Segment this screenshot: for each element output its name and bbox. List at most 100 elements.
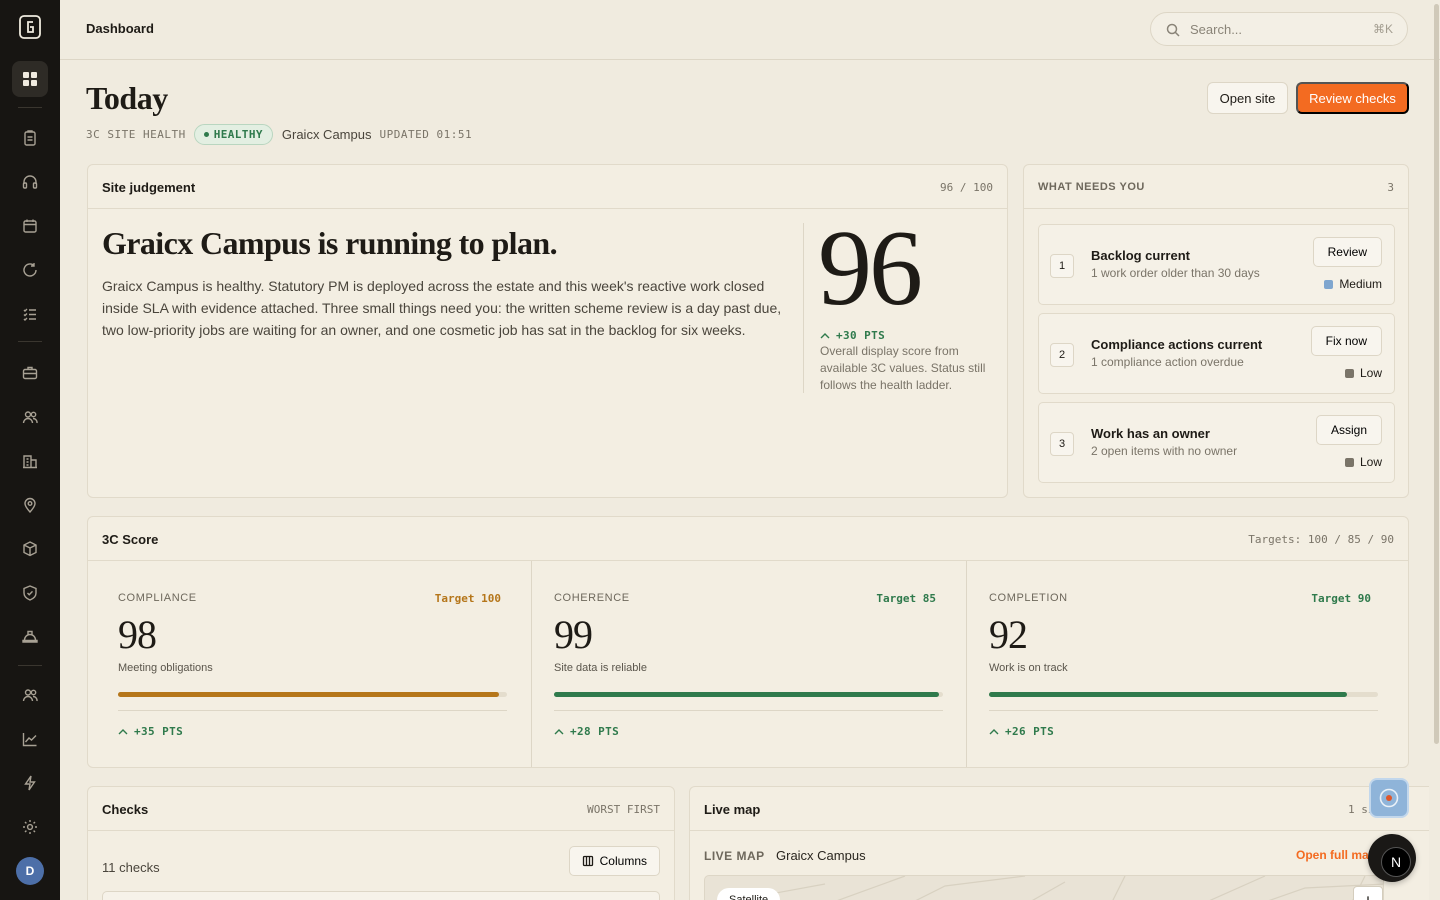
health-label: 3C SITE HEALTH xyxy=(86,127,186,141)
satellite-toggle[interactable]: Satellite xyxy=(717,888,781,900)
briefcase-icon xyxy=(22,366,38,380)
status-dot xyxy=(203,131,209,137)
app-logo-icon[interactable] xyxy=(18,14,42,40)
sidebar-item-buildings[interactable] xyxy=(12,443,48,479)
sidebar-item-settings[interactable] xyxy=(12,809,48,845)
priority-badge: Low xyxy=(1344,455,1382,469)
item-number: 3 xyxy=(1050,432,1074,456)
sidebar-item-compliance[interactable] xyxy=(12,575,48,611)
assign-button[interactable]: Assign xyxy=(1315,415,1382,445)
item-number: 2 xyxy=(1050,343,1074,367)
sidebar-item-calendar[interactable] xyxy=(12,208,48,244)
map-site-name: Graicx Campus xyxy=(776,848,866,863)
columns-button[interactable]: Columns xyxy=(568,846,660,876)
sidebar: D xyxy=(0,0,60,900)
site-judgement-panel: Site judgement 96 / 100 Graicx Campus is… xyxy=(87,164,1008,498)
divider xyxy=(989,710,1378,711)
checks-sort[interactable]: WORST FIRST xyxy=(587,803,660,816)
sidebar-item-team[interactable] xyxy=(12,677,48,713)
priority-indicator xyxy=(1344,457,1354,467)
shield-check-icon xyxy=(23,585,37,601)
search-input[interactable]: Search... ⌘K xyxy=(1150,12,1408,46)
score-delta: +30 PTS xyxy=(820,329,885,342)
judgement-score-text: 96 / 100 xyxy=(940,181,993,194)
chevron-up-icon xyxy=(118,729,128,735)
panel-header: Checks WORST FIRST xyxy=(88,787,674,831)
map-view[interactable]: Satellite + xyxy=(704,875,1384,900)
open-full-map-link[interactable]: Open full ma xyxy=(1296,848,1369,862)
fab-initial: N xyxy=(1381,847,1411,877)
3c-score-panel: 3C Score Targets: 100 / 85 / 90 COMPLIAN… xyxy=(87,516,1409,768)
sidebar-item-contractors[interactable] xyxy=(12,355,48,391)
score-subtitle: Work is on track xyxy=(989,662,1068,674)
sidebar-item-assets[interactable] xyxy=(12,531,48,567)
lightning-icon xyxy=(24,775,36,791)
list-item: 3 Work has an owner 2 open items with no… xyxy=(1038,402,1395,483)
progress-fill xyxy=(989,692,1347,697)
divider xyxy=(554,710,943,711)
score-delta: +35 PTS xyxy=(118,725,183,738)
page-title: Today xyxy=(86,80,168,116)
delta-text: +35 PTS xyxy=(134,725,184,738)
score-subtitle: Meeting obligations xyxy=(118,662,213,674)
sidebar-item-checklists[interactable] xyxy=(12,296,48,332)
priority-indicator xyxy=(1324,279,1334,289)
sidebar-item-reports[interactable] xyxy=(12,721,48,757)
priority-text: Low xyxy=(1359,455,1382,469)
line-chart-icon xyxy=(22,733,37,747)
building-icon xyxy=(23,455,37,469)
sidebar-divider xyxy=(18,341,42,342)
checks-count: 11 checks xyxy=(102,860,160,875)
sidebar-item-dashboard[interactable] xyxy=(12,61,48,97)
sidebar-item-people[interactable] xyxy=(12,399,48,435)
sidebar-divider xyxy=(18,107,42,108)
calendar-icon xyxy=(23,219,37,233)
score-value: 98 xyxy=(118,612,157,657)
score-completion: COMPLETION Target 90 92 Work is on track… xyxy=(966,561,1401,767)
judgement-body: Graicx Campus is healthy. Statutory PM i… xyxy=(102,278,782,338)
users-icon xyxy=(22,411,38,424)
priority-badge: Low xyxy=(1344,366,1382,380)
progress-track xyxy=(554,692,943,697)
clipboard-icon xyxy=(24,130,36,146)
search-icon xyxy=(1166,23,1180,37)
panel-title: Checks xyxy=(102,802,149,817)
refresh-icon xyxy=(23,263,37,277)
score-target: Target 85 xyxy=(876,592,936,605)
scrollbar[interactable] xyxy=(1433,0,1440,900)
user-avatar[interactable]: D xyxy=(16,857,44,885)
sidebar-item-automations[interactable] xyxy=(12,765,48,801)
panel-header: Live map 1 si xyxy=(690,787,1429,831)
priority-text: Low xyxy=(1359,366,1382,380)
item-subtitle: 2 open items with no owner xyxy=(1091,444,1238,458)
sidebar-item-helpdesk[interactable] xyxy=(12,164,48,200)
headset-icon xyxy=(22,175,38,189)
team-icon xyxy=(22,689,38,702)
fab-button[interactable]: N xyxy=(1368,834,1416,882)
sidebar-item-locations[interactable] xyxy=(12,487,48,523)
target-icon xyxy=(1379,788,1399,808)
sidebar-item-recurring[interactable] xyxy=(12,252,48,288)
scrollbar-thumb[interactable] xyxy=(1434,4,1439,744)
sidebar-item-safety[interactable] xyxy=(12,619,48,655)
review-button[interactable]: Review xyxy=(1312,237,1382,267)
item-number: 1 xyxy=(1050,254,1074,278)
score-value: 99 xyxy=(554,612,593,657)
updated-time: UPDATED 01:51 xyxy=(379,127,473,141)
delta-text: +28 PTS xyxy=(570,725,620,738)
score-note: Overall display score from available 3C … xyxy=(820,344,986,392)
status-text: HEALTHY xyxy=(213,127,263,141)
breadcrumb-title: Dashboard xyxy=(86,21,154,36)
panel-title: 3C Score xyxy=(102,532,159,547)
fix-now-button[interactable]: Fix now xyxy=(1310,326,1382,356)
divider xyxy=(118,710,507,711)
list-item: 2 Compliance actions current 1 complianc… xyxy=(1038,313,1395,394)
score-coherence: COHERENCE Target 85 99 Site data is reli… xyxy=(531,561,966,767)
score-target: Target 100 xyxy=(434,592,501,605)
checks-panel: Checks WORST FIRST 11 checks Columns xyxy=(87,786,675,900)
zoom-in-button[interactable]: + xyxy=(1353,886,1383,900)
assistant-widget[interactable] xyxy=(1369,778,1409,818)
open-site-button[interactable]: Open site xyxy=(1207,82,1288,114)
review-checks-button[interactable]: Review checks xyxy=(1296,82,1409,114)
sidebar-item-tasks[interactable] xyxy=(12,120,48,156)
